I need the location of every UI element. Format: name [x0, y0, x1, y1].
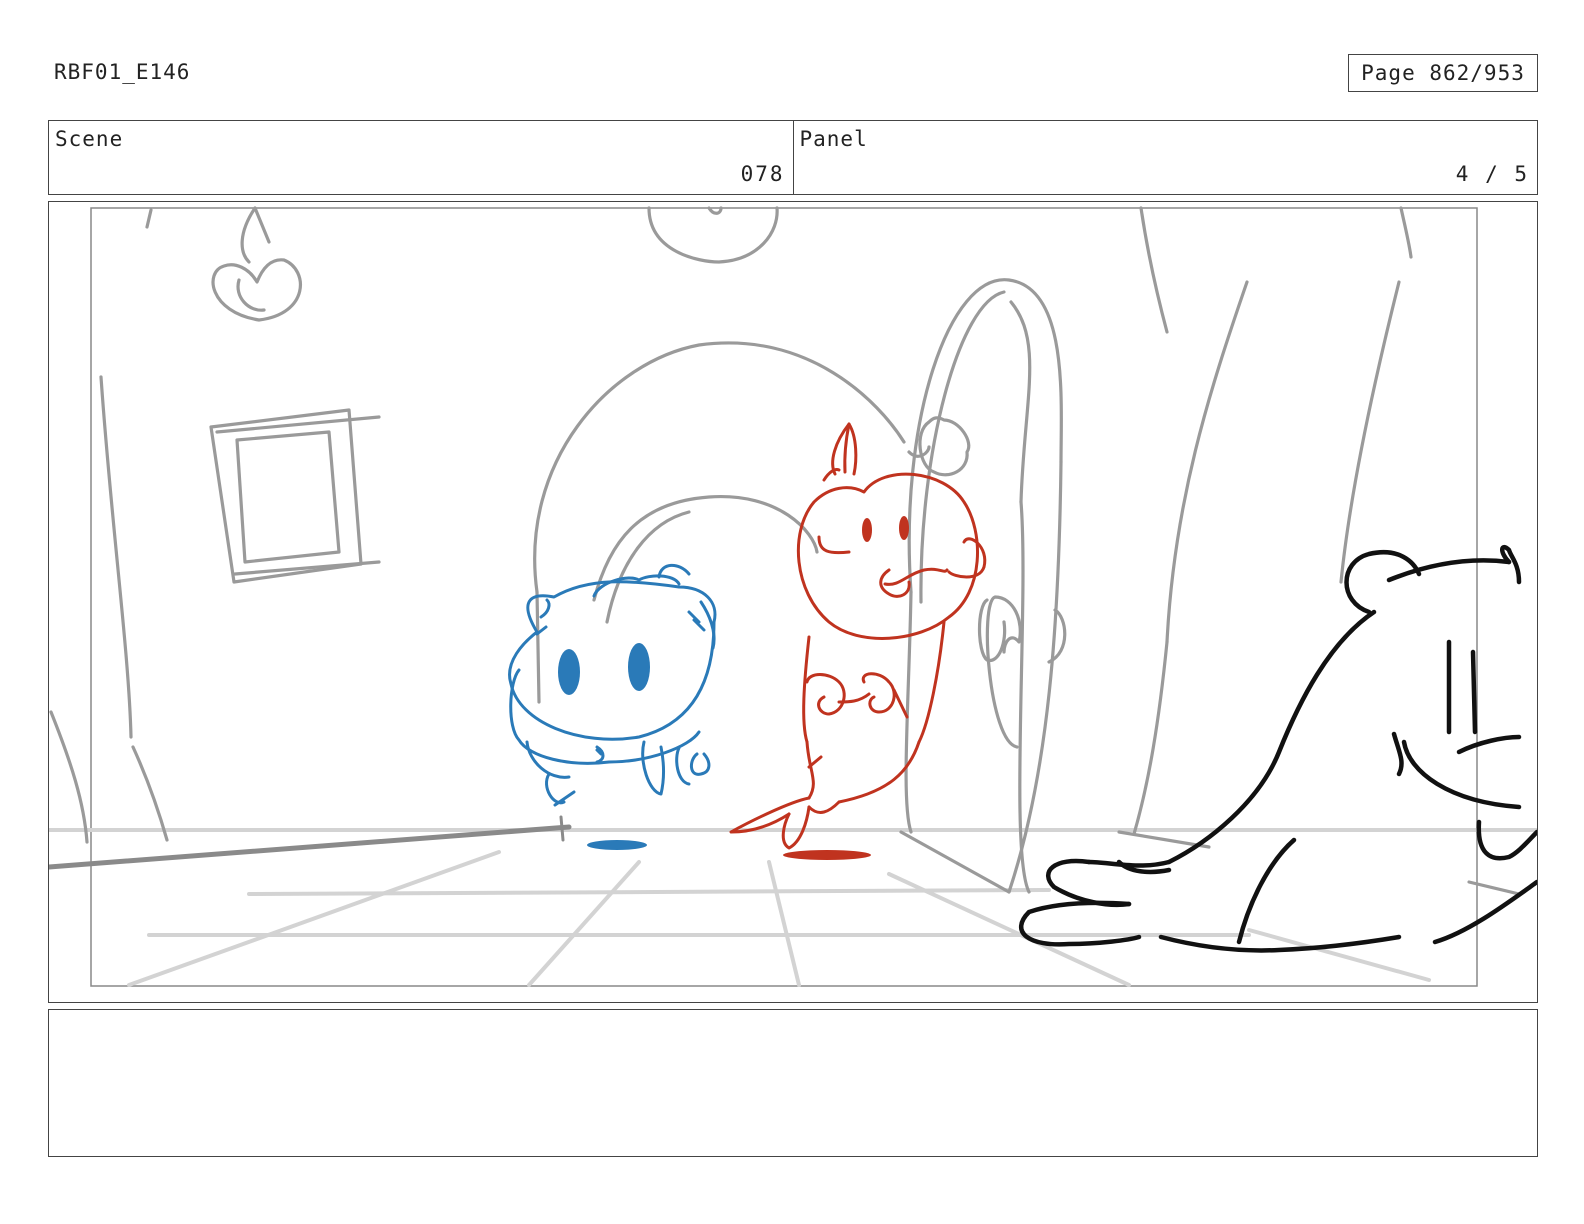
- panel-notes: [48, 1009, 1538, 1157]
- panel-label: Panel: [799, 127, 868, 151]
- scene-label: Scene: [55, 127, 124, 151]
- black-character: [1019, 544, 1537, 953]
- base-mark: [559, 815, 565, 842]
- red-left-eye: [862, 518, 872, 542]
- red-shadow: [783, 850, 871, 860]
- red-right-eye: [899, 516, 909, 540]
- document-id: RBF01_E146: [54, 60, 191, 84]
- blue-left-eye: [558, 649, 580, 695]
- page-counter: Page 862/953: [1348, 54, 1538, 92]
- wall-base-line: [49, 824, 572, 870]
- storyboard-sketch: [49, 206, 1537, 987]
- red-character: [729, 422, 987, 850]
- scene-number: 078: [740, 162, 785, 186]
- storyboard-frame: [48, 201, 1538, 1003]
- scene-panel-info: Scene 078 Panel 4 / 5: [48, 120, 1538, 195]
- panel-cell: Panel 4 / 5: [792, 121, 1538, 194]
- room-sketch: [49, 206, 1521, 896]
- scene-cell: Scene 078: [49, 121, 793, 194]
- panel-number: 4 / 5: [1455, 162, 1529, 186]
- blue-right-eye: [628, 643, 650, 691]
- page-counter-label: Page 862/953: [1361, 61, 1525, 85]
- blue-shadow: [587, 840, 647, 850]
